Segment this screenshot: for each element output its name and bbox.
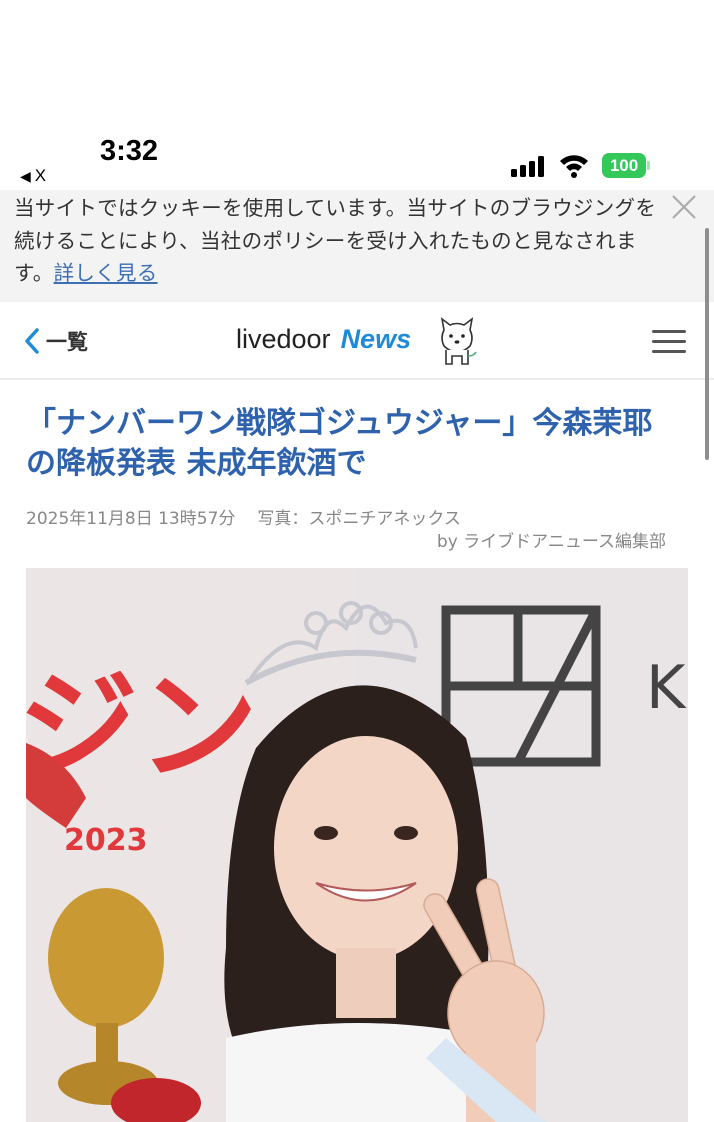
logo-livedoor: livedoor — [236, 324, 331, 354]
site-logo[interactable]: livedoor News — [236, 324, 411, 355]
article-photo-illustration: ジン 2023 K — [26, 568, 688, 1122]
battery-tip — [647, 161, 650, 170]
mascot-dog-icon — [440, 317, 477, 365]
article-headline: 「ナンバーワン戦隊ゴジュウジャー」今森茉耶の降板発表 未成年飲酒で — [26, 406, 653, 481]
article-date: 2025年11月8日 13時57分 — [26, 509, 236, 529]
back-app-label: X — [34, 166, 47, 185]
back-triangle-icon: ◀ — [20, 168, 31, 184]
status-time: 3:32 — [100, 135, 159, 167]
close-icon[interactable] — [670, 193, 698, 221]
backdrop-year: 2023 — [64, 823, 148, 858]
cookie-banner: 当サイトではクッキーを使用しています。当サイトのブラウジングを続けることにより、… — [0, 190, 714, 302]
article-byline: by ライブドアニュース編集部 — [436, 532, 666, 552]
cookie-details-link[interactable]: 詳しく見る — [54, 261, 158, 285]
article-photo[interactable]: ジン 2023 K — [26, 568, 688, 1122]
chevron-left-icon — [25, 328, 39, 354]
back-to-app-link[interactable]: ◀ X — [20, 166, 46, 186]
battery-indicator: 100 — [602, 153, 646, 178]
cellular-signal-icon — [511, 155, 547, 177]
scroll-indicator[interactable] — [705, 228, 709, 460]
svg-text:K: K — [646, 653, 687, 723]
menu-icon[interactable] — [652, 330, 686, 354]
back-to-list-button[interactable]: 一覧 — [24, 326, 88, 356]
logo-news: News — [340, 324, 412, 354]
site-header: 一覧 livedoor News — [0, 302, 714, 380]
status-bar: 3:32 ◀ X 100 — [0, 0, 714, 190]
article-meta: 2025年11月8日 13時57分 写真：スポニチアネックス — [26, 504, 461, 529]
photo-credit: 写真：スポニチアネックス — [257, 509, 461, 529]
cookie-banner-message: 当サイトではクッキーを使用しています。当サイトのブラウジングを続けることにより、… — [14, 192, 662, 290]
back-to-list-label: 一覧 — [46, 330, 88, 354]
wifi-icon — [560, 155, 588, 178]
